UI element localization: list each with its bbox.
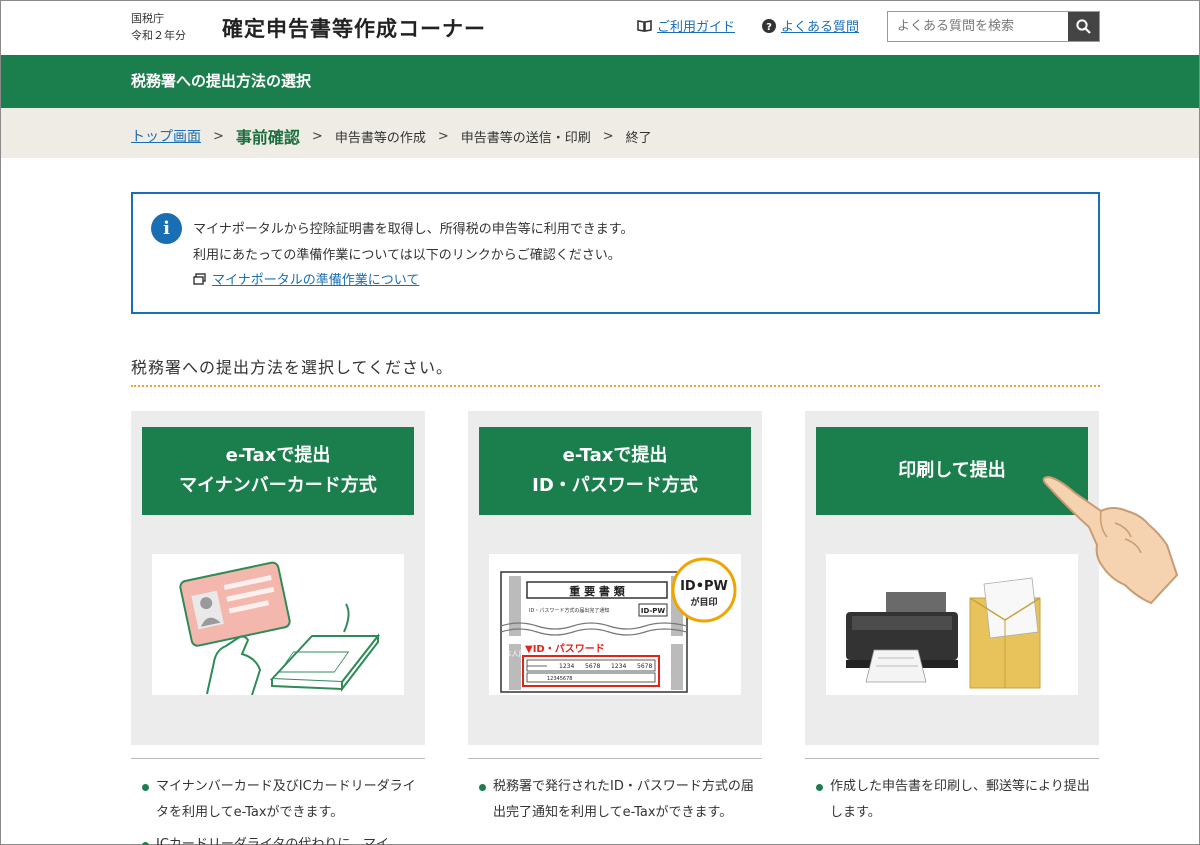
search-button[interactable]	[1068, 12, 1099, 41]
mynaportal-prep-link-label: マイナポータルの準備作業について	[212, 273, 420, 288]
svg-text:1234: 1234	[611, 663, 626, 670]
etax-idpw-button[interactable]: e-Taxで提出 ID・パスワード方式	[479, 427, 751, 515]
chevron-right-icon: >	[602, 128, 614, 144]
button-label: ID・パスワード方式	[532, 475, 698, 496]
etax-mynumber-button[interactable]: e-Taxで提出 マイナンバーカード方式	[142, 427, 414, 515]
svg-text:5678: 5678	[637, 663, 652, 670]
list-item: マイナンバーカード及びICカードリーダライタを利用してe-Taxができます。	[142, 774, 422, 826]
list-item: 作成した申告書を印刷し、郵送等により提出します。	[816, 774, 1096, 826]
agency-name: 国税庁	[131, 12, 164, 25]
book-icon	[637, 19, 652, 32]
svg-text:?: ?	[766, 22, 772, 33]
chevron-right-icon: >	[213, 128, 224, 144]
section-heading: 税務署への提出方法を選択してください。	[131, 358, 454, 377]
print-description: 作成した申告書を印刷し、郵送等により提出します。	[816, 774, 1096, 832]
button-label: e-Taxで提出	[225, 445, 331, 466]
faq-link-label: よくある質問	[781, 20, 860, 35]
breadcrumb: トップ画面 > 事前確認 > 申告書等の作成 > 申告書等の送信・印刷 > 終了	[1, 108, 1199, 158]
pointing-hand-icon	[1041, 471, 1181, 611]
svg-text:重 要 書 類: 重 要 書 類	[569, 584, 625, 598]
breadcrumb-step: 申告書等の送信・印刷	[460, 130, 591, 146]
svg-text:ID-PW: ID-PW	[641, 607, 666, 615]
site-title[interactable]: 確定申告書等作成コーナー	[222, 13, 486, 43]
faq-search	[887, 11, 1100, 42]
svg-text:ID・パスワード方式の届出完了通知: ID・パスワード方式の届出完了通知	[529, 607, 609, 614]
divider	[131, 385, 1100, 387]
svg-text:1234: 1234	[559, 663, 574, 670]
info-text: 利用にあたっての準備作業については以下のリンクからご確認ください。	[193, 248, 621, 263]
option-card-idpw: e-Taxで提出 ID・パスワード方式 重 要 書 類 ID・パスワード方式の届…	[468, 411, 762, 745]
search-icon	[1076, 19, 1091, 34]
option-card-mynumber: e-Taxで提出 マイナンバーカード方式	[131, 411, 425, 745]
button-label: e-Taxで提出	[562, 445, 668, 466]
chevron-right-icon: >	[311, 128, 323, 144]
question-icon: ?	[762, 18, 776, 33]
card-divider	[805, 758, 1099, 759]
card-divider	[131, 758, 425, 759]
breadcrumb-step: 申告書等の作成	[334, 130, 426, 146]
info-notice: i マイナポータルから控除証明書を取得し、所得税の申告等に利用できます。 利用に…	[131, 192, 1100, 314]
search-input[interactable]	[888, 12, 1069, 41]
list-item: 税務署で発行されたID・パスワード方式の届出完了通知を利用してe-Taxができま…	[479, 774, 759, 826]
card-divider	[468, 758, 762, 759]
idpw-notice-illustration: 重 要 書 類 ID・パスワード方式の届出完了通知 ID-PW 本人用 ▼ID・…	[489, 554, 741, 695]
breadcrumb-step: 終了	[625, 130, 652, 146]
tax-year: 令和２年分	[131, 29, 186, 42]
svg-text:が目印: が目印	[690, 596, 717, 608]
guide-link[interactable]: ご利用ガイド	[637, 16, 735, 35]
info-text: マイナポータルから控除証明書を取得し、所得税の申告等に利用できます。	[193, 222, 634, 237]
site-header: 国税庁 令和２年分 確定申告書等作成コーナー ご利用ガイド ? よくある質問	[1, 1, 1199, 55]
chevron-right-icon: >	[437, 128, 449, 144]
faq-link[interactable]: ? よくある質問	[762, 16, 859, 35]
button-label: マイナンバーカード方式	[179, 475, 377, 496]
info-icon: i	[151, 213, 182, 244]
mynumber-description: マイナンバーカード及びICカードリーダライタを利用してe-Taxができます。 I…	[142, 774, 422, 845]
button-label: 印刷して提出	[898, 460, 1006, 481]
breadcrumb-top-link[interactable]: トップ画面	[131, 126, 201, 146]
page-heading-bar: 税務署への提出方法の選択	[1, 55, 1199, 108]
svg-text:12345678: 12345678	[547, 676, 572, 682]
external-window-icon	[193, 272, 206, 285]
mynaportal-prep-link[interactable]: マイナポータルの準備作業について	[193, 269, 419, 288]
guide-link-label: ご利用ガイド	[657, 20, 736, 35]
list-item: ICカードリーダライタの代わりに、マイ	[142, 832, 422, 845]
mynumber-card-illustration	[152, 554, 404, 695]
page-title: 税務署への提出方法の選択	[131, 72, 312, 90]
svg-text:ID•PW: ID•PW	[680, 579, 728, 594]
svg-text:▼ID・パスワード: ▼ID・パスワード	[525, 643, 605, 655]
breadcrumb-current-step: 事前確認	[235, 128, 300, 147]
svg-text:5678: 5678	[585, 663, 600, 670]
agency-label: 国税庁 令和２年分	[131, 10, 186, 44]
idpw-description: 税務署で発行されたID・パスワード方式の届出完了通知を利用してe-Taxができま…	[479, 774, 759, 832]
